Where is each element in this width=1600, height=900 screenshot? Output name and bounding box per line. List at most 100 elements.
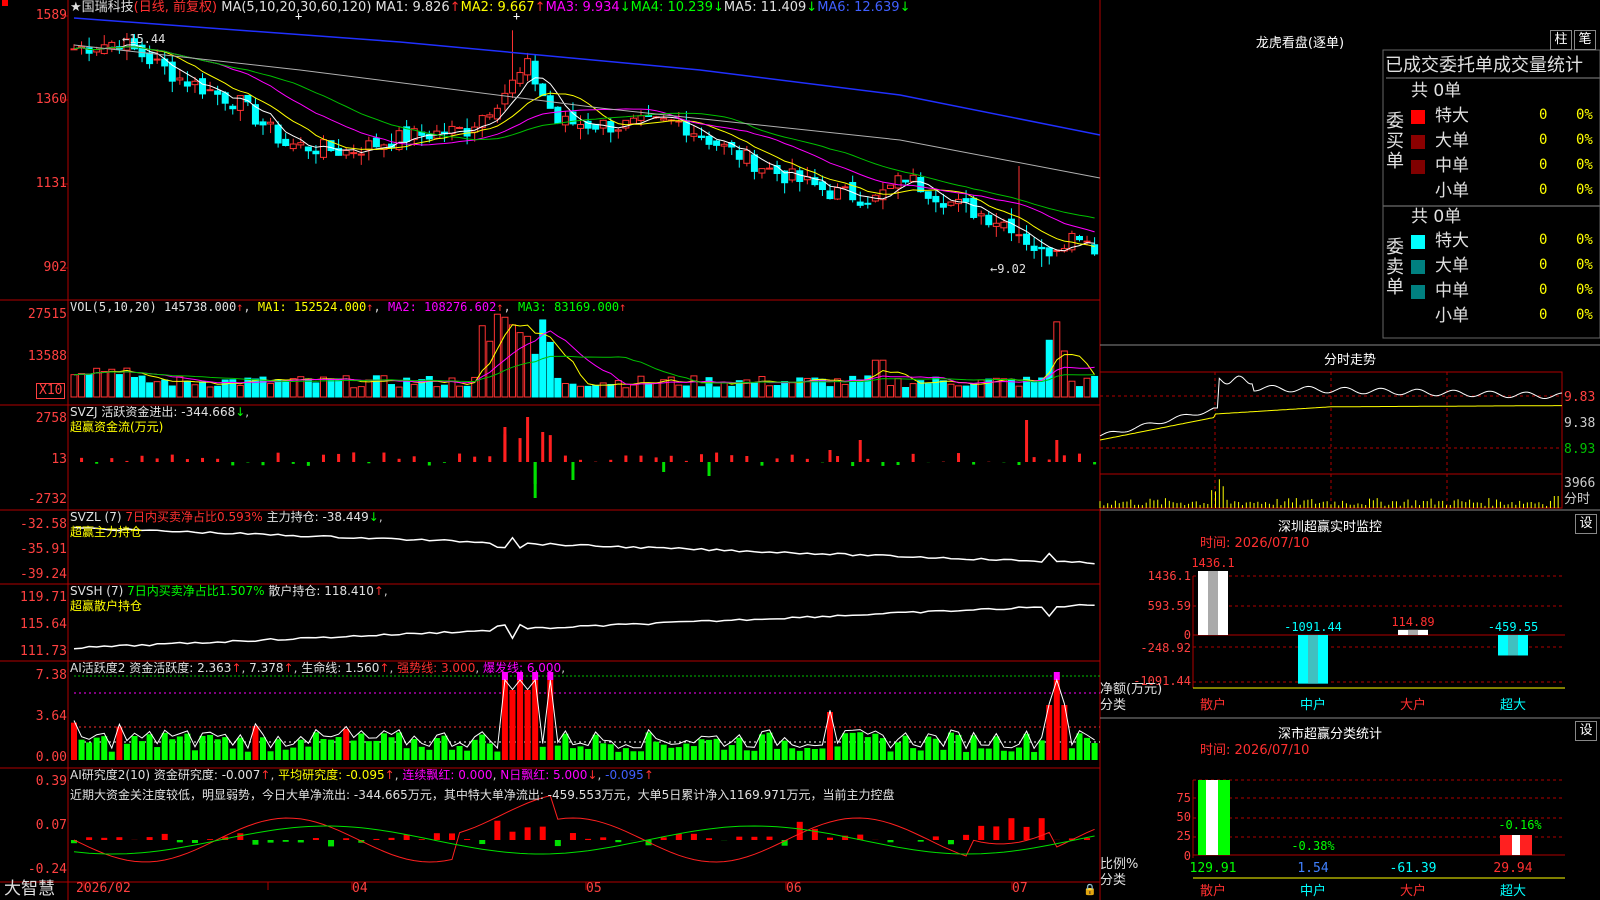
monitor-settings-button[interactable]: 设: [1575, 514, 1597, 534]
order-row[interactable]: 小单 0 0%: [1408, 180, 1598, 202]
ai-active-bar: [146, 734, 153, 760]
svsh-subtitle: 超赢散户持仓: [70, 599, 143, 613]
ai-active-bar: [721, 749, 728, 760]
volume-bar: [493, 313, 501, 398]
ai-active-bar: [819, 748, 826, 760]
order-row[interactable]: 特大 0 0%: [1408, 230, 1598, 252]
classify-settings-button[interactable]: 设: [1575, 721, 1597, 741]
volume-bar: [629, 384, 637, 398]
candle-body: [660, 117, 668, 121]
svzj-bar: [790, 454, 794, 462]
candle-body: [229, 105, 237, 110]
ai-active-bar: [509, 690, 516, 760]
ai-research-bar: [191, 840, 198, 843]
ai-research-bar: [887, 840, 894, 843]
bar-mode-button[interactable]: 柱: [1550, 30, 1572, 50]
order-row[interactable]: 大单 0 0%: [1408, 130, 1598, 152]
svzj-bar: [828, 450, 832, 462]
order-row[interactable]: 特大 0 0%: [1408, 105, 1598, 127]
ai-active-bar: [857, 732, 864, 760]
color-swatch: [1411, 235, 1425, 249]
classify-category-label: 大户: [1400, 883, 1426, 899]
tick-mode-button[interactable]: 笔: [1574, 30, 1596, 50]
candle-body: [1075, 236, 1083, 241]
candle-body: [304, 146, 312, 152]
candle-body: [614, 129, 622, 132]
ai-active-bar: [161, 732, 168, 760]
ai-research-bar: [569, 833, 576, 840]
ai-research-axis-label: 0.07: [35, 818, 67, 833]
monitor-axis-label: 593.59: [1148, 599, 1191, 613]
date-axis-label: 06: [786, 881, 802, 896]
order-row[interactable]: 大单 0 0%: [1408, 255, 1598, 277]
classify-axis-label: 50: [1177, 810, 1191, 824]
svzj-bar: [684, 460, 688, 462]
volume-bar: [327, 378, 335, 398]
color-swatch: [1411, 160, 1425, 174]
order-pct: 0%: [1576, 232, 1593, 248]
svzj-bar: [639, 455, 643, 462]
svzj-bar: [699, 454, 703, 462]
candle-body: [312, 150, 320, 155]
ai-active-bar: [1038, 740, 1045, 760]
svzj-bar: [1047, 459, 1051, 462]
ai-active-bar: [690, 746, 697, 760]
star-icon[interactable]: ★: [70, 0, 82, 15]
monitor-axis-label: 1436.1: [1148, 569, 1191, 583]
order-row[interactable]: 中单 0 0%: [1408, 280, 1598, 302]
ai-active-bar: [834, 746, 841, 760]
classify-value-label: 1.54: [1297, 861, 1328, 876]
color-swatch: [1411, 260, 1425, 274]
intraday-axis-label: 9.83: [1564, 390, 1596, 405]
candle-body: [289, 143, 297, 150]
volume-bar: [130, 376, 138, 398]
research-line: [73, 794, 1095, 863]
ai-active-bar: [947, 732, 954, 760]
volume-bar: [592, 385, 600, 398]
candle-body: [561, 115, 569, 126]
volume-bar: [750, 382, 758, 398]
order-count: 0: [1539, 107, 1548, 123]
candle-body: [962, 198, 970, 203]
sell-total: 共 0单: [1411, 207, 1462, 227]
classify-value-label: 129.91: [1190, 861, 1237, 876]
candle-body: [864, 202, 872, 205]
monitor-bar-shade: [1508, 635, 1518, 656]
ai-research-bar: [328, 840, 335, 847]
volume-bar: [183, 380, 191, 398]
svzj-bar: [382, 452, 386, 462]
volume-bar: [697, 386, 705, 398]
ai-active-bar: [479, 734, 486, 760]
ai-active-bar: [108, 751, 115, 760]
lock-icon[interactable]: 🔒: [1083, 883, 1097, 897]
ai-active-bar: [1031, 751, 1038, 760]
volume-bar: [244, 377, 252, 398]
volume-bar: [161, 379, 169, 398]
candle-body: [183, 81, 191, 87]
volume-bar: [932, 376, 940, 398]
ai-active-bar: [494, 751, 501, 760]
stock-name: 国瑞科技: [81, 0, 134, 15]
candle-body: [342, 149, 350, 156]
classify-axis-label: 25: [1177, 829, 1191, 843]
candle-body: [970, 197, 978, 218]
ai-active-bar: [713, 738, 720, 760]
order-row[interactable]: 中单 0 0%: [1408, 155, 1598, 177]
ai-active-bar: [547, 680, 554, 760]
classify-time: 时间: 2026/07/10: [1200, 743, 1310, 758]
volume-bar: [645, 382, 653, 398]
svzj-bar: [291, 462, 295, 464]
ai-research-bar: [418, 839, 425, 840]
ai-active-bar: [1068, 748, 1075, 760]
brand-label[interactable]: 大智慧: [4, 879, 55, 899]
volume-bar: [365, 379, 373, 398]
order-pct: 0%: [1576, 182, 1593, 198]
volume-bar: [856, 379, 864, 398]
candle-body: [939, 203, 947, 208]
candle-body: [1023, 233, 1031, 245]
ai-active-bar: [275, 739, 282, 760]
order-row[interactable]: 小单 0 0%: [1408, 305, 1598, 327]
ai-active-bar: [229, 748, 236, 760]
ai-active-bar: [887, 751, 894, 760]
ai-active-bar: [978, 748, 985, 760]
